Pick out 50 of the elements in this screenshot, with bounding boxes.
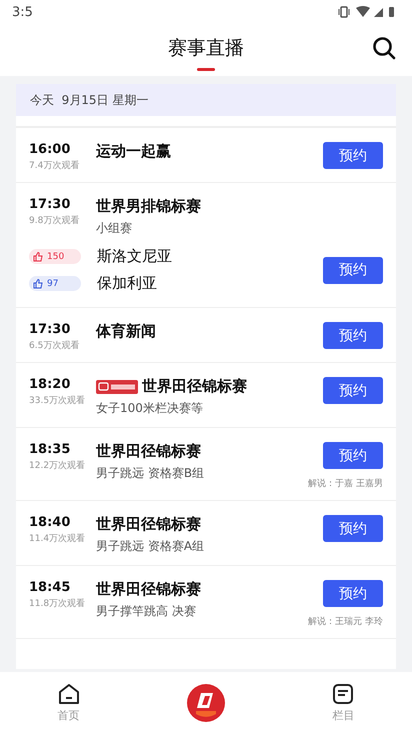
program-title: 世界田径锦标赛 xyxy=(142,377,247,396)
program-title: 世界田径锦标赛 xyxy=(96,442,201,461)
vote-pill[interactable]: 150 xyxy=(29,249,81,264)
program-subtitle: 男子撑竿跳高 决赛 xyxy=(96,603,197,620)
status-time: 3:5 xyxy=(12,4,33,20)
start-time: 18:20 xyxy=(29,377,72,392)
program-title: 运动一起赢 xyxy=(96,142,171,161)
program-subtitle: 小组赛 xyxy=(96,220,133,237)
start-time: 16:00 xyxy=(29,142,72,157)
reserve-button[interactable]: 预约 xyxy=(323,442,383,469)
page-title: 赛事直播 xyxy=(168,36,244,61)
start-time: 17:30 xyxy=(29,322,72,337)
view-count: 9.8万次观看 xyxy=(29,214,80,227)
program-subtitle: 女子100米栏决赛等 xyxy=(96,400,204,417)
reserve-button[interactable]: 预约 xyxy=(323,377,383,404)
view-count: 11.8万次观看 xyxy=(29,598,86,610)
reserve-button[interactable]: 预约 xyxy=(323,322,383,349)
program-subtitle: 男子跳远 资格赛B组 xyxy=(96,465,206,482)
search-icon[interactable] xyxy=(372,36,396,60)
commentator-text: 解说：于嘉 王嘉男 xyxy=(308,478,383,490)
commentator-text: 解说：王瑞元 李玲 xyxy=(308,616,383,628)
start-time: 18:45 xyxy=(29,580,72,595)
thumb-up-icon xyxy=(33,252,43,262)
reserve-button[interactable]: 预约 xyxy=(323,256,383,284)
date-label: 今天 9月15日 星期一 xyxy=(30,92,148,108)
reserve-button[interactable]: 预约 xyxy=(323,142,383,169)
program-title: 世界田径锦标赛 xyxy=(96,515,201,534)
reserve-button[interactable]: 预约 xyxy=(323,580,383,607)
program-title: 世界男排锦标赛 xyxy=(96,197,201,216)
program-title: 体育新闻 xyxy=(96,322,156,341)
program-subtitle: 男子跳远 资格赛A组 xyxy=(96,538,206,555)
nav-label[interactable]: 首页 xyxy=(58,708,80,723)
view-count: 12.2万次观看 xyxy=(29,460,86,472)
start-time: 17:30 xyxy=(29,197,72,212)
nav-label[interactable]: 栏目 xyxy=(332,708,354,723)
reserve-button[interactable]: 预约 xyxy=(323,515,383,542)
vote-pill[interactable]: 97 xyxy=(29,276,81,291)
view-count: 33.5万次观看 xyxy=(29,394,86,407)
list-icon[interactable] xyxy=(332,683,354,705)
home-icon[interactable] xyxy=(58,683,80,705)
program-title: 世界田径锦标赛 xyxy=(96,580,201,599)
team-name: 保加利亚 xyxy=(97,274,157,293)
view-count: 11.4万次观看 xyxy=(29,532,86,545)
start-time: 18:40 xyxy=(29,515,72,530)
view-count: 6.5万次观看 xyxy=(29,340,80,352)
view-count: 7.4万次观看 xyxy=(29,160,80,172)
thumb-up-icon xyxy=(33,278,43,288)
team-name: 斯洛文尼亚 xyxy=(97,247,172,266)
start-time: 18:35 xyxy=(29,442,72,457)
app-logo-icon[interactable] xyxy=(186,683,226,723)
